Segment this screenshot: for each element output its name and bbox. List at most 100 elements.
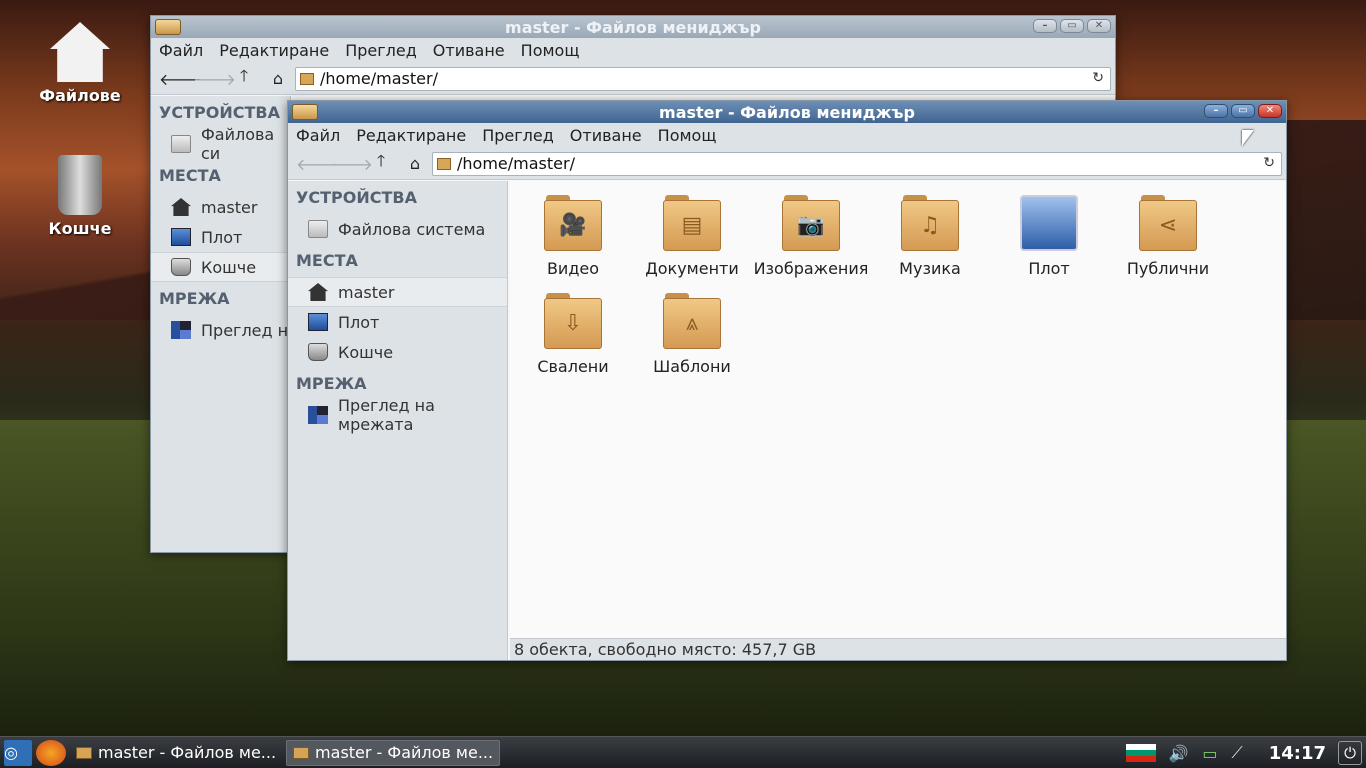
desktop-icon-label: Файлове: [39, 86, 121, 105]
reload-icon[interactable]: ↻: [1263, 155, 1275, 171]
public-folder-icon: ⋖: [1139, 195, 1197, 251]
battery-icon[interactable]: ▭: [1202, 744, 1217, 763]
up-arrow-icon[interactable]: 🡑: [364, 150, 398, 177]
window-title: master - Файлов мениджър: [505, 17, 761, 37]
network-icon[interactable]: ⟋: [1232, 743, 1243, 763]
menu-file[interactable]: Файл: [159, 41, 203, 60]
task-button-file-manager-1[interactable]: master - Файлов ме...: [70, 740, 282, 766]
file-item-templates[interactable]: ⩓ Шаблони: [633, 293, 751, 376]
desktop-icon: [1020, 195, 1078, 251]
file-item-public[interactable]: ⋖ Публични: [1109, 195, 1227, 278]
location-path: /home/master/: [457, 154, 575, 173]
app-icon: [155, 19, 181, 35]
home-folder-icon: [300, 72, 314, 85]
system-tray: 🔊 ▭ ⟋ 14:17 ⏻: [1126, 737, 1366, 768]
sidebar-item-label: Файлова система: [338, 219, 486, 239]
task-button-file-manager-2[interactable]: master - Файлов ме...: [286, 739, 501, 766]
forward-arrow-icon[interactable]: 🡒: [193, 69, 236, 89]
up-arrow-icon[interactable]: 🡑: [227, 65, 261, 92]
back-arrow-icon[interactable]: 🡐: [159, 69, 202, 89]
task-label: master - Файлов ме...: [315, 743, 494, 762]
file-item-desktop[interactable]: Плот: [990, 195, 1108, 278]
section-devices: УСТРОЙСТВА: [296, 188, 417, 207]
start-menu-icon[interactable]: ◎: [4, 739, 32, 766]
desktop-icon: [308, 313, 328, 331]
side-pane: УСТРОЙСТВА Файлова си МЕСТА master Плот …: [151, 96, 291, 552]
minimize-button[interactable]: –: [1204, 104, 1228, 118]
menu-help[interactable]: Помощ: [658, 126, 717, 145]
keyboard-layout-flag-icon[interactable]: [1126, 744, 1157, 762]
trash-icon: [58, 155, 102, 215]
sidebar-item-label: Файлова си: [201, 125, 275, 163]
clock[interactable]: 14:17: [1269, 743, 1326, 764]
back-arrow-icon[interactable]: 🡐: [296, 154, 339, 174]
status-text: 8 обекта, свободно място: 457,7 GB: [514, 640, 817, 659]
menu-go[interactable]: Отиване: [433, 41, 505, 60]
side-pane: УСТРОЙСТВА Файлова система МЕСТА master …: [288, 181, 508, 660]
mouse-cursor: [1242, 130, 1254, 146]
sidebar-item-home[interactable]: master: [151, 192, 290, 222]
firefox-icon[interactable]: [36, 739, 66, 766]
music-folder-icon: ♫: [901, 195, 959, 251]
status-bar: 8 обекта, свободно място: 457,7 GB: [510, 638, 1286, 660]
section-places: МЕСТА: [296, 251, 358, 270]
sidebar-item-network[interactable]: Преглед на: [151, 315, 290, 345]
desktop-icon-trash[interactable]: Кошче: [25, 155, 135, 238]
file-item-downloads[interactable]: ⇩ Свалени: [514, 293, 632, 376]
minimize-button[interactable]: –: [1033, 19, 1057, 33]
file-item-documents[interactable]: ▤ Документи: [633, 195, 751, 278]
sidebar-item-network[interactable]: Преглед на мрежата: [288, 396, 507, 434]
sidebar-item-filesystem[interactable]: Файлова система: [288, 214, 507, 244]
sidebar-item-label: master: [201, 197, 258, 217]
window-title: master - Файлов мениджър: [659, 102, 915, 122]
trash-icon: [308, 343, 328, 361]
file-view[interactable]: 🎥 Видео ▤ Документи 📷 Изображения ♫ Музи…: [510, 181, 1286, 638]
menu-edit[interactable]: Редактиране: [356, 126, 466, 145]
home-button[interactable]: ⌂: [398, 154, 432, 173]
sidebar-item-trash[interactable]: Кошче: [288, 337, 507, 367]
menu-file[interactable]: Файл: [296, 126, 340, 145]
title-bar[interactable]: master - Файлов мениджър – ▭ ✕: [151, 16, 1115, 38]
section-network: МРЕЖА: [159, 289, 230, 308]
maximize-button[interactable]: ▭: [1060, 19, 1084, 33]
network-icon: [171, 321, 191, 339]
menu-go[interactable]: Отиване: [570, 126, 642, 145]
file-manager-window-front[interactable]: master - Файлов мениджър – ▭ ✕ Файл Реда…: [287, 100, 1287, 661]
desktop-icon-files[interactable]: Файлове: [25, 22, 135, 105]
menu-bar: Файл Редактиране Преглед Отиване Помощ: [288, 123, 1286, 148]
file-label: Свалени: [537, 357, 609, 376]
volume-icon[interactable]: 🔊: [1168, 744, 1188, 763]
drive-icon: [171, 135, 191, 153]
file-item-videos[interactable]: 🎥 Видео: [514, 195, 632, 278]
sidebar-item-desktop[interactable]: Плот: [288, 307, 507, 337]
reload-icon[interactable]: ↻: [1092, 70, 1104, 86]
sidebar-item-home[interactable]: master: [288, 277, 507, 307]
menu-view[interactable]: Преглед: [482, 126, 554, 145]
menu-edit[interactable]: Редактиране: [219, 41, 329, 60]
file-label: Плот: [1028, 259, 1070, 278]
sidebar-item-label: master: [338, 282, 395, 302]
sidebar-item-trash[interactable]: Кошче: [151, 252, 290, 282]
sidebar-item-desktop[interactable]: Плот: [151, 222, 290, 252]
location-bar[interactable]: /home/master/ ↻: [295, 66, 1111, 91]
location-bar[interactable]: /home/master/ ↻: [432, 151, 1282, 176]
sidebar-item-filesystem[interactable]: Файлова си: [151, 125, 290, 163]
power-icon[interactable]: ⏻: [1338, 741, 1362, 765]
home-icon: [171, 198, 191, 216]
file-item-music[interactable]: ♫ Музика: [871, 195, 989, 278]
close-button[interactable]: ✕: [1087, 19, 1111, 33]
title-bar[interactable]: master - Файлов мениджър – ▭ ✕: [288, 101, 1286, 123]
menu-help[interactable]: Помощ: [521, 41, 580, 60]
close-button[interactable]: ✕: [1258, 104, 1282, 118]
file-label: Шаблони: [653, 357, 731, 376]
maximize-button[interactable]: ▭: [1231, 104, 1255, 118]
file-item-pictures[interactable]: 📷 Изображения: [752, 195, 870, 278]
location-path: /home/master/: [320, 69, 438, 88]
home-icon: [308, 283, 328, 301]
home-button[interactable]: ⌂: [261, 69, 295, 88]
menu-view[interactable]: Преглед: [345, 41, 417, 60]
forward-arrow-icon[interactable]: 🡒: [330, 154, 373, 174]
sidebar-item-label: Преглед на мрежата: [338, 396, 435, 434]
toolbar: 🡐 🡒 🡑 ⌂ /home/master/ ↻: [151, 63, 1115, 95]
folder-icon: [293, 746, 310, 759]
